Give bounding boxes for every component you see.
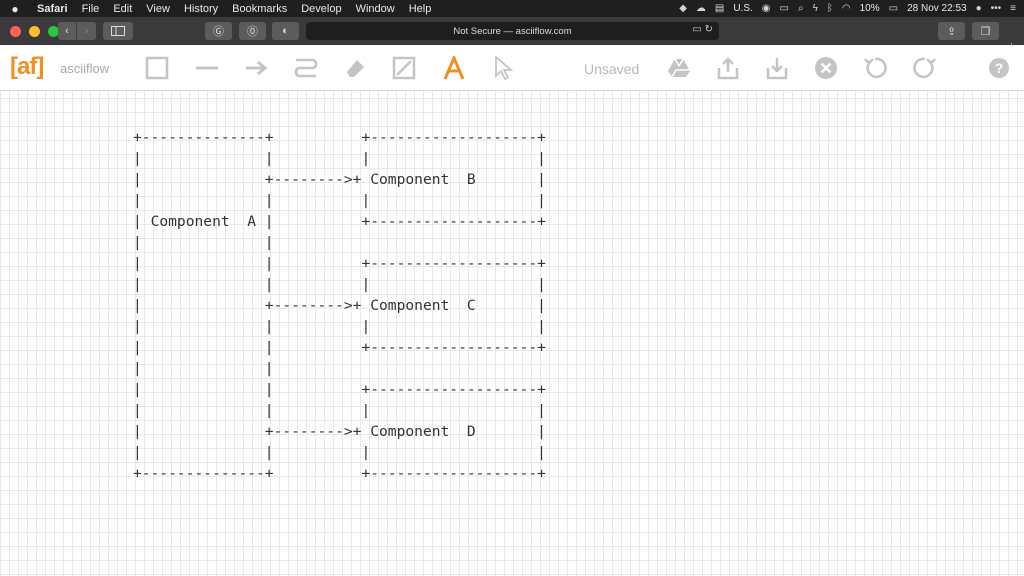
menu-view[interactable]: View: [139, 3, 177, 15]
cloud-icon[interactable]: ☁: [696, 3, 706, 14]
close-window-button[interactable]: [10, 25, 21, 37]
export-button[interactable]: [715, 55, 741, 81]
share-icon: ⇪: [946, 25, 957, 38]
asciiflow-toolbar: [af] asciiflow Unsaved ?: [0, 45, 1024, 91]
asciiflow-logo: [af]: [10, 53, 44, 80]
cursor-icon: [495, 56, 514, 80]
clear-button[interactable]: [813, 55, 839, 81]
eraser-icon: [347, 60, 364, 77]
sidebar-toggle-button[interactable]: [103, 22, 133, 40]
svg-text:?: ?: [995, 60, 1004, 76]
menu-help[interactable]: Help: [402, 3, 439, 15]
resize-tool-button[interactable]: [391, 55, 417, 81]
line-tool-button[interactable]: [194, 55, 220, 81]
address-text: Not Secure — asciiflow.com: [453, 25, 572, 37]
select-tool-button[interactable]: [490, 55, 516, 81]
sidebar-icon: [111, 26, 125, 36]
evernote-icon[interactable]: ◆: [679, 3, 687, 14]
arrow-tool-button[interactable]: [244, 55, 270, 81]
lock-icon[interactable]: ◉: [762, 3, 771, 14]
drawing-canvas[interactable]: +--------------+ +-------------------+ |…: [0, 91, 1024, 576]
help-button[interactable]: ?: [986, 55, 1012, 81]
onepassword-icon: ⓪: [247, 26, 258, 38]
erase-tool-button[interactable]: [342, 55, 368, 81]
screen-icon[interactable]: ▭: [780, 3, 789, 14]
undo-button[interactable]: [862, 55, 888, 81]
grammarly-extension-button[interactable]: Ⓖ: [205, 22, 232, 40]
battery-percent[interactable]: 10%: [860, 3, 880, 14]
battery-icon[interactable]: ▭: [889, 3, 898, 14]
import-button[interactable]: [764, 55, 790, 81]
line-tool-icon: [196, 66, 218, 70]
redo-button[interactable]: [912, 55, 938, 81]
grammarly-icon: Ⓖ: [213, 26, 224, 38]
menu-edit[interactable]: Edit: [106, 3, 139, 15]
app-name: asciiflow: [60, 61, 110, 76]
navigation-buttons: ‹ ›: [58, 22, 96, 40]
import-icon: [766, 58, 788, 80]
extension-icon: ◐: [282, 25, 289, 37]
ascii-diagram: +--------------+ +-------------------+ |…: [133, 129, 546, 482]
wifi-icon[interactable]: ◠: [842, 3, 851, 14]
freeform-tool-button[interactable]: [293, 55, 319, 81]
google-drive-button[interactable]: [666, 55, 692, 81]
box-tool-icon: [145, 56, 169, 80]
menu-safari[interactable]: Safari: [30, 3, 75, 15]
box-tool-button[interactable]: [144, 55, 170, 81]
help-icon: ?: [989, 58, 1009, 78]
more-icon[interactable]: •••: [991, 3, 1002, 14]
clear-icon: [815, 57, 837, 79]
menu-window[interactable]: Window: [349, 3, 402, 15]
text-tool-icon: [443, 56, 465, 80]
bluetooth-icon[interactable]: ᛒ: [827, 3, 833, 14]
user-icon[interactable]: ●: [976, 3, 982, 14]
redo-icon: [913, 57, 936, 79]
bolt-icon[interactable]: ϟ: [813, 3, 818, 14]
freeform-tool-icon: [294, 58, 318, 78]
share-button[interactable]: ⇪: [938, 22, 965, 40]
save-status-label: Unsaved: [584, 61, 640, 77]
menu-develop[interactable]: Develop: [294, 3, 348, 15]
macos-menu-bar: ● Safari File Edit View History Bookmark…: [0, 0, 1024, 17]
arrow-tool-icon: [246, 60, 268, 76]
onepassword-extension-button[interactable]: ⓪: [239, 22, 266, 40]
menu-bar-clock[interactable]: 28 Nov 22:53: [907, 3, 967, 14]
menu-file[interactable]: File: [75, 3, 107, 15]
forward-button[interactable]: ›: [77, 22, 96, 40]
resize-tool-icon: [392, 56, 416, 80]
address-bar[interactable]: Not Secure — asciiflow.com ▭ ↻: [306, 22, 719, 40]
text-tool-button[interactable]: [441, 55, 467, 81]
flag-icon[interactable]: ▤: [715, 3, 724, 14]
show-tabs-button[interactable]: ❐: [972, 22, 999, 40]
menu-history[interactable]: History: [177, 3, 225, 15]
search-icon[interactable]: ⌕: [798, 3, 804, 14]
notification-center-icon[interactable]: ≡: [1010, 3, 1016, 14]
menu-bar-status-area: ◆ ☁ ▤ U.S. ◉ ▭ ⌕ ϟ ᛒ ◠ 10% ▭ 28 Nov 22:5…: [679, 3, 1024, 14]
menu-bookmarks[interactable]: Bookmarks: [225, 3, 294, 15]
back-button[interactable]: ‹: [58, 22, 77, 40]
export-icon: [717, 57, 739, 80]
safari-toolbar: ‹ › Ⓖ ⓪ ◐ Not Secure — asciiflow.com ▭ ↻…: [0, 17, 1024, 53]
browser-extension-button[interactable]: ◐: [272, 22, 299, 40]
apple-menu-icon[interactable]: ●: [0, 2, 30, 16]
input-source-label[interactable]: U.S.: [733, 3, 752, 14]
tabs-icon: ❐: [980, 25, 991, 38]
minimize-window-button[interactable]: [29, 25, 40, 37]
reader-reload-icons[interactable]: ▭ ↻: [692, 24, 713, 35]
undo-icon: [864, 57, 887, 79]
drive-icon: [668, 58, 690, 78]
